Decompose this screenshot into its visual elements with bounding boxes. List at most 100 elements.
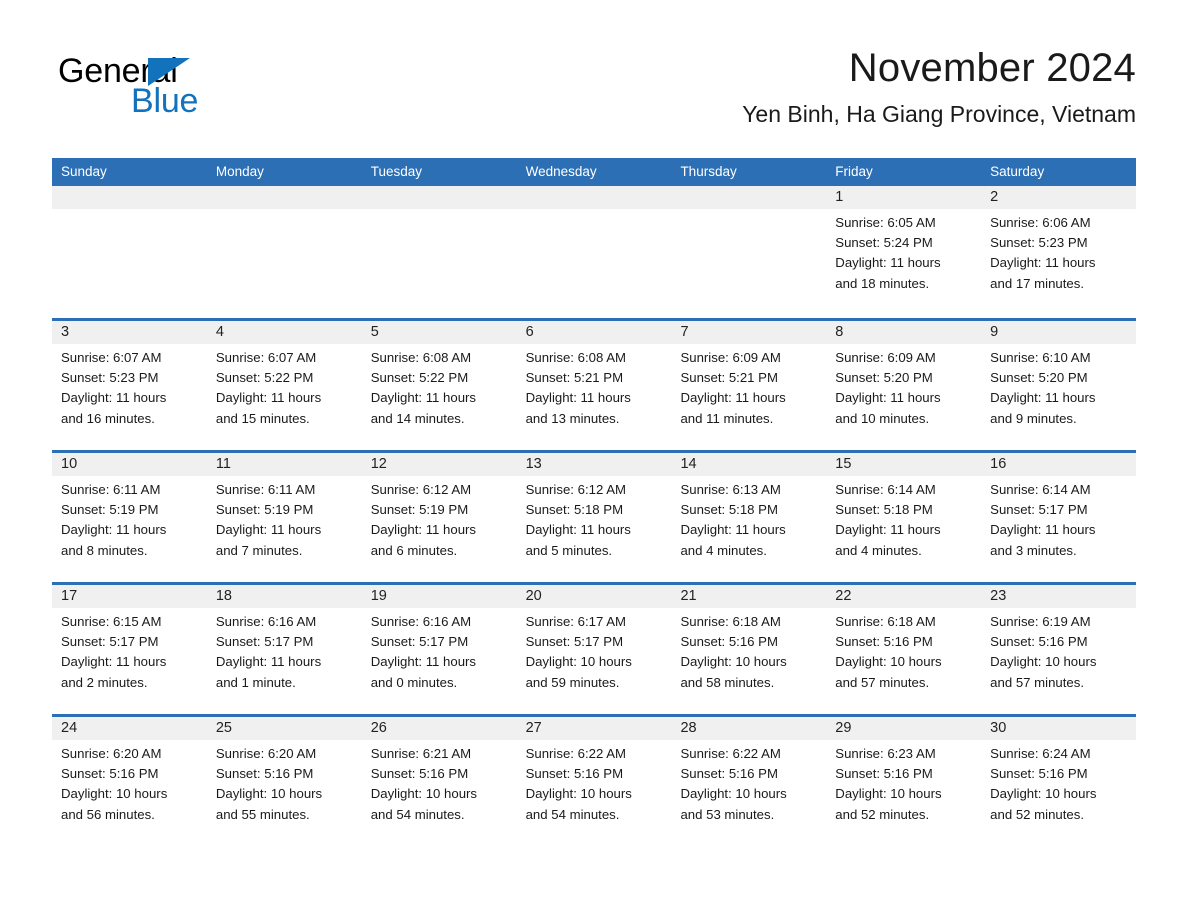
weekday-header-row: Sunday Monday Tuesday Wednesday Thursday… — [52, 158, 1136, 186]
day-cell[interactable]: 5 Sunrise: 6:08 AM Sunset: 5:22 PM Daylight… — [361, 321, 517, 450]
day-cell[interactable]: 7 Sunrise: 6:09 AM Sunset: 5:21 PM Daylight… — [671, 321, 827, 450]
day-info: Sunrise: 6:18 AM Sunset: 5:16 PM Daylight:… — [671, 608, 826, 693]
day-number-band: 21 — [671, 585, 827, 608]
day-cell[interactable]: 9 Sunrise: 6:10 AM Sunset: 5:20 PM Daylight… — [981, 321, 1137, 450]
day-cell[interactable]: 29 Sunrise: 6:23 AM Sunset: 5:16 PM Dayligh… — [826, 717, 982, 846]
day-cell[interactable]: 28 Sunrise: 6:22 AM Sunset: 5:16 PM Dayligh… — [671, 717, 827, 846]
day-info-line: and 4 minutes. — [835, 542, 922, 558]
day-info-line: Daylight: 11 hours — [61, 654, 167, 670]
day-number-band: 11 — [206, 453, 362, 476]
day-info: Sunrise: 6:22 AM Sunset: 5:16 PM Daylight:… — [517, 740, 672, 825]
day-info-line: Sunset: 5:18 PM — [835, 502, 933, 518]
day-cell[interactable]: 15 Sunrise: 6:14 AM Sunset: 5:18 PM Dayligh… — [826, 453, 982, 582]
day-cell[interactable]: 4 Sunrise: 6:07 AM Sunset: 5:22 PM Daylight… — [206, 321, 362, 450]
general-blue-logo[interactable]: General Blue — [58, 52, 288, 124]
day-number-band: 1 — [826, 186, 982, 209]
day-info-line: and 4 minutes. — [680, 542, 767, 558]
weekday-header-tuesday: Tuesday — [370, 164, 422, 179]
day-cell[interactable]: 30 Sunrise: 6:24 AM Sunset: 5:16 PM Dayligh… — [981, 717, 1137, 846]
day-info-line: Sunrise: 6:24 AM — [990, 746, 1091, 761]
day-cell[interactable]: 12 Sunrise: 6:12 AM Sunset: 5:19 PM Dayligh… — [361, 453, 517, 582]
day-info: Sunrise: 6:08 AM Sunset: 5:22 PM Daylight:… — [362, 344, 517, 429]
day-info-line: Daylight: 10 hours — [680, 786, 787, 802]
day-info-line: Sunset: 5:16 PM — [680, 766, 778, 782]
day-number-band: 13 — [516, 453, 672, 476]
day-cell[interactable]: 14 Sunrise: 6:13 AM Sunset: 5:18 PM Dayligh… — [671, 453, 827, 582]
day-cell[interactable]: 21 Sunrise: 6:18 AM Sunset: 5:16 PM Dayligh… — [671, 585, 827, 714]
day-cell[interactable]: 22 Sunrise: 6:18 AM Sunset: 5:16 PM Dayligh… — [826, 585, 982, 714]
day-cell[interactable]: 10 Sunrise: 6:11 AM Sunset: 5:19 PM Dayligh… — [52, 453, 207, 582]
day-info: Sunrise: 6:05 AM Sunset: 5:24 PM Daylight:… — [826, 209, 981, 294]
day-cell[interactable]: 8 Sunrise: 6:09 AM Sunset: 5:20 PM Daylight… — [826, 321, 982, 450]
day-cell[interactable]: 16 Sunrise: 6:14 AM Sunset: 5:17 PM Dayligh… — [981, 453, 1137, 582]
day-cell[interactable]: 27 Sunrise: 6:22 AM Sunset: 5:16 PM Dayligh… — [516, 717, 672, 846]
day-cell[interactable]: 19 Sunrise: 6:16 AM Sunset: 5:17 PM Dayligh… — [361, 585, 517, 714]
calendar-weeks: 1 Sunrise: 6:05 AM Sunset: 5:24 PM Daylight… — [52, 186, 1137, 846]
day-cell[interactable]: 11 Sunrise: 6:11 AM Sunset: 5:19 PM Dayligh… — [206, 453, 362, 582]
day-info: Sunrise: 6:08 AM Sunset: 5:21 PM Daylight:… — [517, 344, 672, 429]
day-info-line: Daylight: 11 hours — [61, 390, 167, 406]
day-cell-empty — [516, 186, 672, 318]
day-info-line: Daylight: 11 hours — [835, 255, 941, 271]
day-number: 10 — [61, 456, 78, 472]
day-info-line: Daylight: 11 hours — [370, 654, 477, 670]
day-info-line: Daylight: 11 hours — [525, 390, 631, 406]
day-number-band: 4 — [206, 321, 362, 344]
day-info: Sunrise: 6:14 AM Sunset: 5:17 PM Daylight:… — [981, 476, 1136, 561]
day-cell[interactable]: 17 Sunrise: 6:15 AM Sunset: 5:17 PM Dayligh… — [52, 585, 207, 714]
day-cell[interactable]: 1 Sunrise: 6:05 AM Sunset: 5:24 PM Daylight… — [826, 186, 982, 318]
day-info-line: Sunrise: 6:05 AM — [835, 215, 936, 230]
day-cell[interactable]: 20 Sunrise: 6:17 AM Sunset: 5:17 PM Dayligh… — [516, 585, 672, 714]
day-info: Sunrise: 6:11 AM Sunset: 5:19 PM Daylight:… — [52, 476, 207, 561]
day-cell[interactable]: 24 Sunrise: 6:20 AM Sunset: 5:16 PM Dayligh… — [52, 717, 207, 846]
day-info: Sunrise: 6:21 AM Sunset: 5:16 PM Daylight:… — [362, 740, 517, 825]
logo-text-blue: Blue — [131, 82, 199, 120]
day-cell[interactable]: 13 Sunrise: 6:12 AM Sunset: 5:18 PM Dayligh… — [516, 453, 672, 582]
day-cell[interactable]: 25 Sunrise: 6:20 AM Sunset: 5:16 PM Dayligh… — [206, 717, 362, 846]
day-info-line: Sunset: 5:17 PM — [215, 634, 314, 650]
day-info-line: Sunrise: 6:23 AM — [835, 746, 936, 761]
day-number: 23 — [990, 588, 1007, 604]
day-info-line: Sunset: 5:22 PM — [215, 370, 314, 386]
day-info-line: Daylight: 11 hours — [680, 522, 786, 538]
day-info-line: Sunset: 5:16 PM — [835, 766, 933, 782]
day-info — [207, 209, 362, 213]
day-number-band: 16 — [981, 453, 1137, 476]
day-number-band: 7 — [671, 321, 827, 344]
day-cell[interactable]: 23 Sunrise: 6:19 AM Sunset: 5:16 PM Dayligh… — [981, 585, 1137, 714]
day-info: Sunrise: 6:07 AM Sunset: 5:23 PM Daylight:… — [52, 344, 207, 429]
day-number-band: 25 — [206, 717, 362, 740]
day-info-line: and 55 minutes. — [215, 806, 310, 822]
day-info: Sunrise: 6:10 AM Sunset: 5:20 PM Daylight:… — [981, 344, 1136, 429]
day-info: Sunrise: 6:11 AM Sunset: 5:19 PM Daylight:… — [207, 476, 362, 561]
day-number: 8 — [835, 324, 844, 340]
day-number: 5 — [370, 324, 379, 340]
day-info-line: and 11 minutes. — [680, 410, 774, 426]
day-info-line: Sunrise: 6:22 AM — [525, 746, 627, 761]
day-info: Sunrise: 6:09 AM Sunset: 5:20 PM Daylight:… — [826, 344, 981, 429]
day-info-line: and 57 minutes. — [990, 674, 1084, 690]
day-info-line: Daylight: 11 hours — [370, 522, 477, 538]
calendar-week-row: 24 Sunrise: 6:20 AM Sunset: 5:16 PM Dayligh… — [52, 714, 1137, 846]
day-info: Sunrise: 6:12 AM Sunset: 5:18 PM Daylight:… — [517, 476, 672, 561]
day-info-line: Daylight: 11 hours — [990, 390, 1096, 406]
day-number-band: 19 — [361, 585, 517, 608]
day-cell[interactable]: 18 Sunrise: 6:16 AM Sunset: 5:17 PM Dayligh… — [206, 585, 362, 714]
day-info-line: Sunrise: 6:12 AM — [370, 482, 472, 497]
day-info-line: Daylight: 10 hours — [990, 654, 1097, 670]
day-info: Sunrise: 6:14 AM Sunset: 5:18 PM Daylight:… — [826, 476, 981, 561]
day-info-line: and 9 minutes. — [990, 410, 1077, 426]
day-cell[interactable]: 26 Sunrise: 6:21 AM Sunset: 5:16 PM Dayligh… — [361, 717, 517, 846]
day-cell[interactable]: 3 Sunrise: 6:07 AM Sunset: 5:23 PM Daylight… — [52, 321, 207, 450]
day-cell[interactable]: 6 Sunrise: 6:08 AM Sunset: 5:21 PM Daylight… — [516, 321, 672, 450]
day-info-line: and 53 minutes. — [680, 806, 775, 822]
day-number: 18 — [215, 588, 232, 604]
day-info-line: Sunrise: 6:16 AM — [370, 614, 472, 629]
day-number-band: 22 — [826, 585, 982, 608]
day-number-band: 3 — [52, 321, 207, 344]
day-info-line: Daylight: 11 hours — [370, 390, 477, 406]
day-info-line: and 3 minutes. — [990, 542, 1077, 558]
day-cell[interactable]: 2 Sunrise: 6:06 AM Sunset: 5:23 PM Daylight… — [981, 186, 1137, 318]
day-info-line: Sunrise: 6:09 AM — [835, 350, 936, 365]
day-info-line: Sunrise: 6:08 AM — [370, 350, 472, 365]
